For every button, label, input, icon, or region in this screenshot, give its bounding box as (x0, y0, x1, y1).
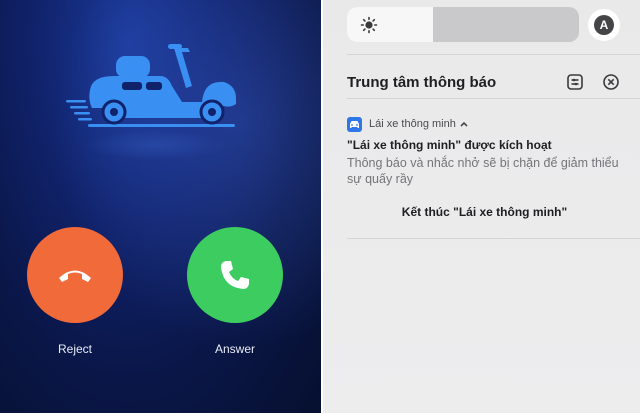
auto-brightness-button[interactable]: A (588, 9, 620, 41)
sun-icon (360, 16, 378, 34)
auto-brightness-glyph: A (594, 15, 614, 35)
chevron-up-icon (460, 121, 468, 127)
phone-icon (221, 261, 249, 289)
divider (347, 54, 640, 55)
notification-center-title: Trung tâm thông báo (347, 74, 497, 91)
reject-label: Reject (57, 342, 92, 356)
scooter-reflection (80, 130, 230, 160)
end-smart-driving-button[interactable]: Kết thúc "Lái xe thông minh" (347, 205, 622, 219)
car-app-icon (347, 117, 362, 132)
settings-icon[interactable] (566, 73, 584, 91)
hang-up-icon (59, 270, 91, 282)
answer-label: Answer (214, 342, 255, 356)
clear-all-icon[interactable] (602, 73, 620, 91)
app-name: Lái xe thông minh (369, 118, 456, 130)
scooter-icon (66, 44, 236, 127)
reject-call-button[interactable] (27, 227, 123, 323)
notification-shade: A Trung tâm thông báo Lái xe thông minh … (323, 0, 640, 413)
answer-call-button[interactable] (187, 227, 283, 323)
car-icon (350, 121, 359, 128)
notification-body: Thông báo và nhắc nhở sẽ bị chặn để giảm… (347, 156, 619, 186)
divider (347, 98, 640, 99)
brightness-slider[interactable] (347, 7, 579, 42)
notification-title: "Lái xe thông minh" được kích hoạt (347, 138, 552, 152)
divider (347, 238, 640, 239)
notification-app-header[interactable]: Lái xe thông minh (369, 118, 469, 130)
incoming-call-screen: Reject Answer (0, 0, 321, 413)
